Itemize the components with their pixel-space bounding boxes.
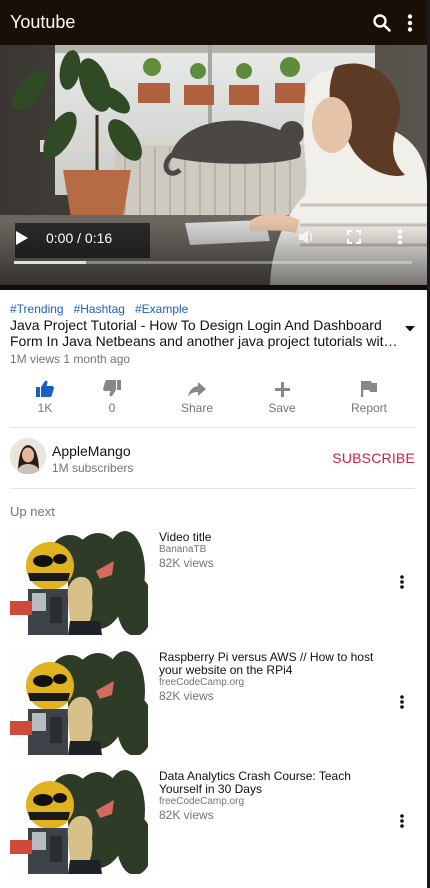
up-next-title-text: Video title: [159, 530, 212, 544]
expand-description-icon[interactable]: [404, 320, 416, 338]
hashtags: #Trending #Hashtag #Example: [10, 302, 198, 316]
report-label: Report: [350, 401, 388, 415]
up-next-views: 82K views: [159, 689, 214, 703]
video-meta: 1M views 1 month ago: [10, 352, 131, 366]
hashtag-link[interactable]: #Trending: [10, 302, 64, 316]
hashtag-link[interactable]: #Example: [135, 302, 188, 316]
more-vert-icon[interactable]: [397, 10, 423, 36]
player-more-icon[interactable]: [397, 229, 403, 250]
up-next-title: Raspberry Pi versus AWS // How to host y…: [159, 650, 389, 704]
up-next-channel: freeCodeCamp.org: [159, 796, 245, 807]
up-next-views: 82K views: [159, 808, 214, 822]
video-title[interactable]: Java Project Tutorial - How To Design Lo…: [10, 317, 400, 349]
save-button[interactable]: Save: [252, 378, 312, 415]
up-next-title-text: Raspberry Pi versus AWS // How to host y…: [159, 650, 374, 677]
thumbs-up-icon: [15, 378, 75, 397]
dislike-button[interactable]: 0: [82, 378, 142, 415]
flag-icon: [339, 378, 399, 397]
report-button[interactable]: Report: [339, 378, 399, 415]
share-icon: [167, 378, 227, 397]
divider: [10, 488, 415, 489]
search-icon[interactable]: [369, 10, 395, 36]
up-next-channel: freeCodeCamp.org: [159, 677, 245, 688]
up-next-item[interactable]: Raspberry Pi versus AWS // How to host y…: [0, 651, 427, 761]
video-thumbnail[interactable]: [10, 770, 148, 874]
up-next-item[interactable]: Video title BananaTB 82K views: [0, 531, 427, 641]
share-button[interactable]: Share: [167, 378, 227, 415]
hashtag-link[interactable]: #Hashtag: [74, 302, 125, 316]
video-thumbnail[interactable]: [10, 531, 148, 635]
app-bar: Youtube: [0, 0, 427, 45]
channel-row: AppleMango 1M subscribers SUBSCRIBE: [0, 436, 427, 480]
player-bottom-edge: [0, 285, 427, 290]
play-icon[interactable]: [16, 231, 28, 250]
share-label: Share: [180, 401, 214, 415]
save-label: Save: [268, 401, 296, 415]
up-next-title: Video title BananaTB 82K views: [159, 530, 389, 571]
item-more-icon[interactable]: [399, 814, 405, 833]
item-more-icon[interactable]: [399, 695, 405, 714]
item-more-icon[interactable]: [399, 575, 405, 594]
dislike-count: 0: [108, 401, 116, 415]
up-next-heading: Up next: [10, 504, 55, 519]
video-title-line-2: Form In Java Netbeans and another java p…: [10, 333, 398, 349]
app-title: Youtube: [10, 12, 76, 32]
video-player[interactable]: 0:00 / 0:16: [0, 45, 427, 290]
like-count: 1K: [37, 401, 53, 415]
divider: [10, 427, 415, 428]
channel-name[interactable]: AppleMango: [52, 443, 131, 459]
seek-bar-buffered: [14, 261, 86, 264]
video-title-line-1: Java Project Tutorial - How To Design Lo…: [10, 317, 382, 333]
subscribe-button[interactable]: SUBSCRIBE: [332, 450, 415, 466]
player-time: 0:00 / 0:16: [46, 230, 113, 246]
volume-icon[interactable]: [297, 228, 315, 251]
like-button[interactable]: 1K: [15, 378, 75, 415]
up-next-title-text: Data Analytics Crash Course: Teach Yours…: [159, 769, 351, 796]
video-thumbnail[interactable]: [10, 651, 148, 755]
add-icon: [252, 378, 312, 397]
channel-subscribers: 1M subscribers: [52, 461, 134, 475]
up-next-channel: BananaTB: [159, 544, 207, 555]
thumbs-down-icon: [82, 378, 142, 397]
up-next-item[interactable]: Data Analytics Crash Course: Teach Yours…: [0, 770, 427, 880]
up-next-title: Data Analytics Crash Course: Teach Yours…: [159, 769, 389, 823]
video-actions: 1K 0 Share Save Report: [0, 378, 427, 418]
fullscreen-icon[interactable]: [347, 230, 361, 249]
up-next-views: 82K views: [159, 556, 214, 570]
channel-avatar[interactable]: [10, 438, 46, 474]
